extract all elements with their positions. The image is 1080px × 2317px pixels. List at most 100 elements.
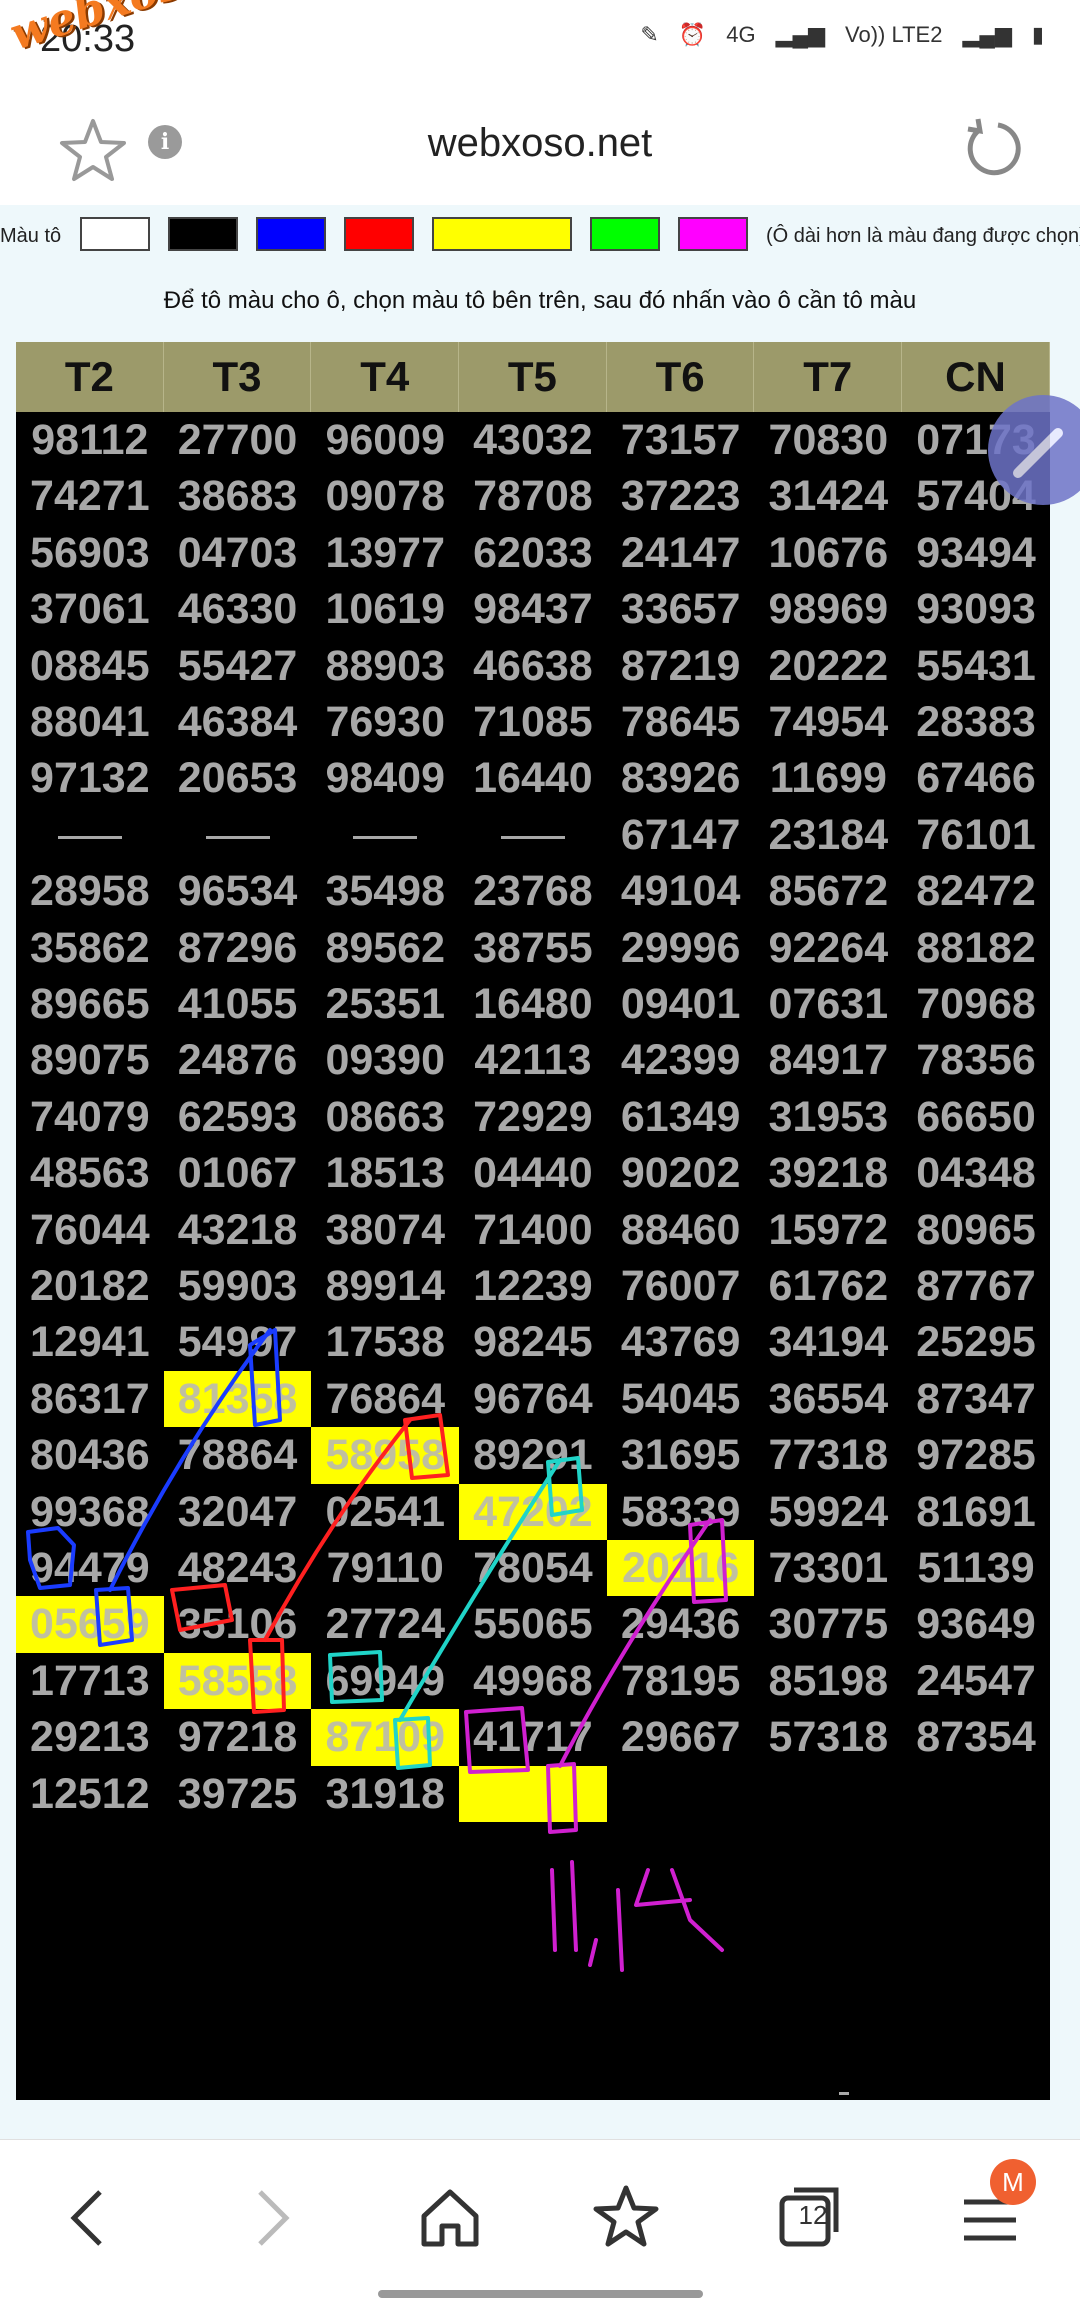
result-cell[interactable]: 79110	[311, 1540, 459, 1596]
result-cell[interactable]: 88041	[16, 694, 164, 750]
result-cell[interactable]: 39218	[755, 1145, 903, 1201]
result-cell[interactable]: 35106	[164, 1596, 312, 1652]
result-cell[interactable]: 16440	[459, 750, 607, 806]
result-cell[interactable]: 89291	[459, 1427, 607, 1483]
result-cell[interactable]: 73301	[755, 1540, 903, 1596]
result-cell[interactable]: 98409	[311, 750, 459, 806]
result-cell[interactable]: 56903	[16, 525, 164, 581]
swatch-yellow-selected[interactable]	[432, 217, 572, 251]
result-cell[interactable]: 43769	[607, 1314, 755, 1370]
result-cell[interactable]	[459, 1765, 607, 1822]
result-cell[interactable]: 12512	[16, 1766, 164, 1822]
result-cell[interactable]: 48243	[164, 1540, 312, 1596]
result-cell[interactable]: 09401	[607, 976, 755, 1032]
result-cell[interactable]: 27724	[311, 1596, 459, 1652]
result-cell[interactable]: 62033	[459, 525, 607, 581]
result-cell[interactable]	[16, 807, 164, 863]
result-cell[interactable]: 88903	[311, 638, 459, 694]
result-cell[interactable]	[311, 807, 459, 863]
result-cell[interactable]: 33657	[607, 581, 755, 637]
result-cell[interactable]: 27700	[164, 412, 312, 468]
result-cell[interactable]: 72929	[459, 1089, 607, 1145]
result-cell[interactable]: 86317	[16, 1371, 164, 1427]
result-cell[interactable]: 08845	[16, 638, 164, 694]
result-cell[interactable]: 88182	[902, 920, 1050, 976]
result-cell[interactable]: 31918	[311, 1766, 459, 1822]
result-cell[interactable]: 02541	[311, 1484, 459, 1540]
result-cell[interactable]: 98245	[459, 1314, 607, 1370]
result-cell[interactable]: 37061	[16, 581, 164, 637]
result-cell[interactable]: 55065	[459, 1596, 607, 1652]
result-cell[interactable]: 77318	[755, 1427, 903, 1483]
result-cell[interactable]: 78195	[607, 1653, 755, 1709]
result-cell[interactable]: 74079	[16, 1089, 164, 1145]
result-cell[interactable]: 76007	[607, 1258, 755, 1314]
result-cell[interactable]: 28383	[902, 694, 1050, 750]
result-cell[interactable]: 85198	[755, 1653, 903, 1709]
result-cell[interactable]: 54997	[164, 1314, 312, 1370]
result-cell[interactable]: 87109	[311, 1709, 460, 1766]
pencil-edit-button[interactable]	[988, 395, 1080, 505]
result-cell[interactable]: 85672	[755, 863, 903, 919]
result-cell[interactable]: 04703	[164, 525, 312, 581]
result-cell[interactable]: 29436	[607, 1596, 755, 1652]
forward-icon[interactable]	[232, 2178, 312, 2258]
result-cell[interactable]: 23768	[459, 863, 607, 919]
result-cell[interactable]: 61349	[607, 1089, 755, 1145]
result-cell[interactable]: 31424	[755, 468, 903, 524]
result-cell[interactable]: 39725	[164, 1766, 312, 1822]
result-cell[interactable]: 98112	[16, 412, 164, 468]
result-cell[interactable]: 46384	[164, 694, 312, 750]
result-cell[interactable]: 32047	[164, 1484, 312, 1540]
result-cell[interactable]: 38074	[311, 1202, 459, 1258]
result-cell[interactable]: 96009	[311, 412, 459, 468]
result-cell[interactable]: 78054	[459, 1540, 607, 1596]
result-cell[interactable]: 70968	[902, 976, 1050, 1032]
result-cell[interactable]: 81358	[163, 1370, 312, 1428]
result-cell[interactable]: 34194	[755, 1314, 903, 1370]
result-cell[interactable]: 97285	[902, 1427, 1050, 1483]
result-cell[interactable]: 49104	[607, 863, 755, 919]
result-cell[interactable]: 09078	[311, 468, 459, 524]
result-cell[interactable]	[607, 1766, 755, 1822]
result-cell[interactable]: 31953	[755, 1089, 903, 1145]
result-cell[interactable]: 17713	[16, 1653, 164, 1709]
result-cell[interactable]: 25351	[311, 976, 459, 1032]
swatch-black[interactable]	[168, 217, 238, 251]
result-cell[interactable]: 04440	[459, 1145, 607, 1201]
result-cell[interactable]: 87347	[902, 1371, 1050, 1427]
result-cell[interactable]: 20222	[755, 638, 903, 694]
result-cell[interactable]: 99368	[16, 1484, 164, 1540]
result-cell[interactable]: 43032	[459, 412, 607, 468]
result-cell[interactable]: 55431	[902, 638, 1050, 694]
result-cell[interactable]: 59903	[164, 1258, 312, 1314]
result-cell[interactable]: 59924	[755, 1484, 903, 1540]
result-cell[interactable]: 58958	[311, 1427, 460, 1484]
result-cell[interactable]: 35498	[311, 863, 459, 919]
result-cell[interactable]: 15972	[755, 1202, 903, 1258]
result-cell[interactable]: 23184	[755, 807, 903, 863]
result-cell[interactable]: 66650	[902, 1089, 1050, 1145]
result-cell[interactable]: 49968	[459, 1653, 607, 1709]
result-cell[interactable]: 38755	[459, 920, 607, 976]
result-cell[interactable]: 78645	[607, 694, 755, 750]
result-cell[interactable]: 29667	[607, 1709, 755, 1765]
reload-icon[interactable]	[958, 115, 1028, 185]
result-cell[interactable]: 29213	[16, 1709, 164, 1765]
result-cell[interactable]: 11699	[755, 750, 903, 806]
result-cell[interactable]: 35862	[16, 920, 164, 976]
result-cell[interactable]: 43218	[164, 1202, 312, 1258]
result-cell[interactable]: 05659	[16, 1596, 164, 1653]
result-cell[interactable]: 57318	[755, 1709, 903, 1765]
result-cell[interactable]: 20182	[16, 1258, 164, 1314]
result-cell[interactable]: 93093	[902, 581, 1050, 637]
result-cell[interactable]: 87296	[164, 920, 312, 976]
result-cell[interactable]: 25295	[902, 1314, 1050, 1370]
result-cell[interactable]: 54045	[607, 1371, 755, 1427]
swatch-red[interactable]	[344, 217, 414, 251]
result-cell[interactable]: 24876	[164, 1032, 312, 1088]
result-cell[interactable]	[902, 1766, 1050, 1822]
result-cell[interactable]: 82472	[902, 863, 1050, 919]
result-cell[interactable]: 76864	[311, 1371, 459, 1427]
result-cell[interactable]: 73157	[607, 412, 755, 468]
